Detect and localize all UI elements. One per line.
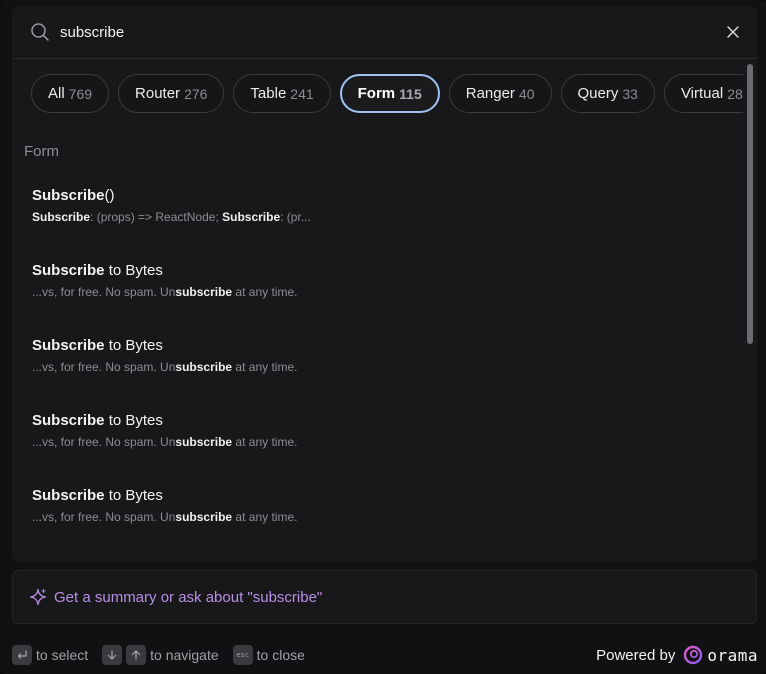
search-modal: All769Router276Table241Form115Ranger40Qu… — [0, 0, 766, 674]
result-snippet: ...vs, for free. No spam. Unsubscribe at… — [32, 360, 722, 374]
result-title-rest: to Bytes — [104, 412, 163, 429]
tab-label: Table — [250, 85, 287, 102]
snippet-highlight: subscribe — [175, 435, 233, 449]
result-title-highlight: Subscribe — [32, 262, 105, 279]
orama-brand: orama — [707, 645, 758, 665]
snippet-text: ...vs, for free. No spam. Un — [32, 510, 176, 524]
powered-by[interactable]: Powered by orama — [596, 645, 758, 665]
tab-count: 115 — [399, 85, 422, 102]
search-panel: All769Router276Table241Form115Ranger40Qu… — [12, 6, 757, 562]
tab-virtual[interactable]: Virtual 28 — [663, 74, 743, 113]
tab-count: 276 — [184, 85, 208, 102]
result-snippet: ...vs, for free. No spam. Unsubscribe at… — [32, 510, 722, 524]
tab-label: Router — [135, 85, 181, 102]
result-item[interactable]: Subscribe to Bytes ...vs, for free. No sp… — [32, 409, 722, 484]
result-title-highlight: Subscribe — [32, 412, 105, 429]
result-item[interactable]: Subscribe() Subscribe: (props) => ReactNo… — [32, 184, 722, 259]
tab-count: 28 — [727, 85, 743, 102]
tab-count: 769 — [68, 85, 93, 102]
tab-ranger[interactable]: Ranger 40 — [448, 74, 552, 113]
footer: to select to navigate esc to close Power… — [12, 644, 758, 666]
snippet-text: : (pr... — [280, 210, 311, 224]
snippet-highlight: Subscribe — [222, 210, 281, 224]
result-snippet: Subscribe: (props) => ReactNode; Subscri… — [32, 210, 722, 224]
tab-router[interactable]: Router 276 — [118, 74, 225, 113]
close-icon[interactable] — [725, 24, 741, 40]
tab-count: 241 — [290, 85, 314, 102]
ask-ai-button[interactable]: Get a summary or ask about "subscribe" — [12, 570, 757, 624]
snippet-highlight: subscribe — [175, 285, 233, 299]
close-hint: to close — [256, 647, 305, 663]
arrow-down-key-icon — [102, 645, 123, 665]
snippet-text: at any time. — [232, 360, 298, 374]
snippet-text: ...vs, for free. No spam. Un — [32, 285, 176, 299]
search-icon — [31, 23, 49, 41]
result-title-rest: to Bytes — [104, 337, 163, 354]
result-title: Subscribe to Bytes — [32, 334, 722, 358]
tab-count: 33 — [622, 85, 638, 102]
orama-logo-icon — [684, 645, 703, 665]
result-item[interactable]: Subscribe to Bytes ...vs, for free. No sp… — [32, 484, 722, 559]
result-title: Subscribe() — [32, 184, 722, 208]
snippet-text: at any time. — [232, 285, 298, 299]
result-title: Subscribe to Bytes — [32, 409, 722, 433]
result-snippet: ...vs, for free. No spam. Unsubscribe at… — [32, 435, 722, 449]
tab-label: Form — [357, 85, 396, 102]
tab-label: All — [48, 85, 65, 102]
tab-label: Virtual — [680, 85, 724, 102]
arrow-up-key-icon — [126, 645, 147, 665]
category-tabs: All 769 Router 276 Table 241 Form 115 Ranger 40 Qu… — [31, 74, 743, 114]
esc-key-icon: esc — [232, 645, 253, 665]
results-list: Subscribe() Subscribe: (props) => ReactNo… — [32, 184, 722, 559]
tab-form[interactable]: Form 115 — [339, 74, 440, 113]
search-bar — [12, 6, 757, 59]
ask-ai-label: Get a summary or ask about "subscribe" — [54, 588, 323, 606]
navigate-hint: to navigate — [150, 647, 219, 663]
powered-by-label: Powered by — [596, 646, 676, 664]
result-title-rest: to Bytes — [104, 262, 163, 279]
snippet-text: at any time. — [232, 435, 298, 449]
snippet-text: at any time. — [232, 510, 298, 524]
snippet-highlight: Subscribe — [32, 210, 91, 224]
scrollbar-thumb[interactable] — [747, 64, 753, 344]
result-title-highlight: Subscribe — [32, 187, 105, 204]
result-title-highlight: Subscribe — [32, 487, 105, 504]
tab-label: Query — [577, 85, 619, 102]
search-input[interactable] — [60, 23, 725, 41]
snippet-text: ...vs, for free. No spam. Un — [32, 435, 176, 449]
tab-all[interactable]: All 769 — [31, 74, 110, 113]
snippet-highlight: subscribe — [175, 510, 233, 524]
snippet-highlight: subscribe — [175, 360, 233, 374]
result-title-highlight: Subscribe — [32, 337, 105, 354]
result-title: Subscribe to Bytes — [32, 484, 722, 508]
tab-table[interactable]: Table 241 — [233, 74, 331, 113]
result-item[interactable]: Subscribe to Bytes ...vs, for free. No sp… — [32, 334, 722, 409]
result-title-rest: to Bytes — [104, 487, 163, 504]
result-snippet: ...vs, for free. No spam. Unsubscribe at… — [32, 285, 722, 299]
result-title-rest: () — [104, 187, 115, 204]
tab-label: Ranger — [465, 85, 515, 102]
result-title: Subscribe to Bytes — [32, 259, 722, 283]
snippet-text: ...vs, for free. No spam. Un — [32, 360, 176, 374]
tab-count: 40 — [518, 85, 535, 102]
snippet-text: : (props) => ReactNode; — [90, 210, 223, 224]
results-group-label: Form — [24, 143, 59, 160]
result-item[interactable]: Subscribe to Bytes ...vs, for free. No sp… — [32, 259, 722, 334]
enter-key-icon — [12, 645, 32, 665]
tab-query[interactable]: Query 33 — [560, 74, 655, 113]
sparkle-icon — [29, 588, 47, 606]
select-hint: to select — [36, 647, 89, 663]
